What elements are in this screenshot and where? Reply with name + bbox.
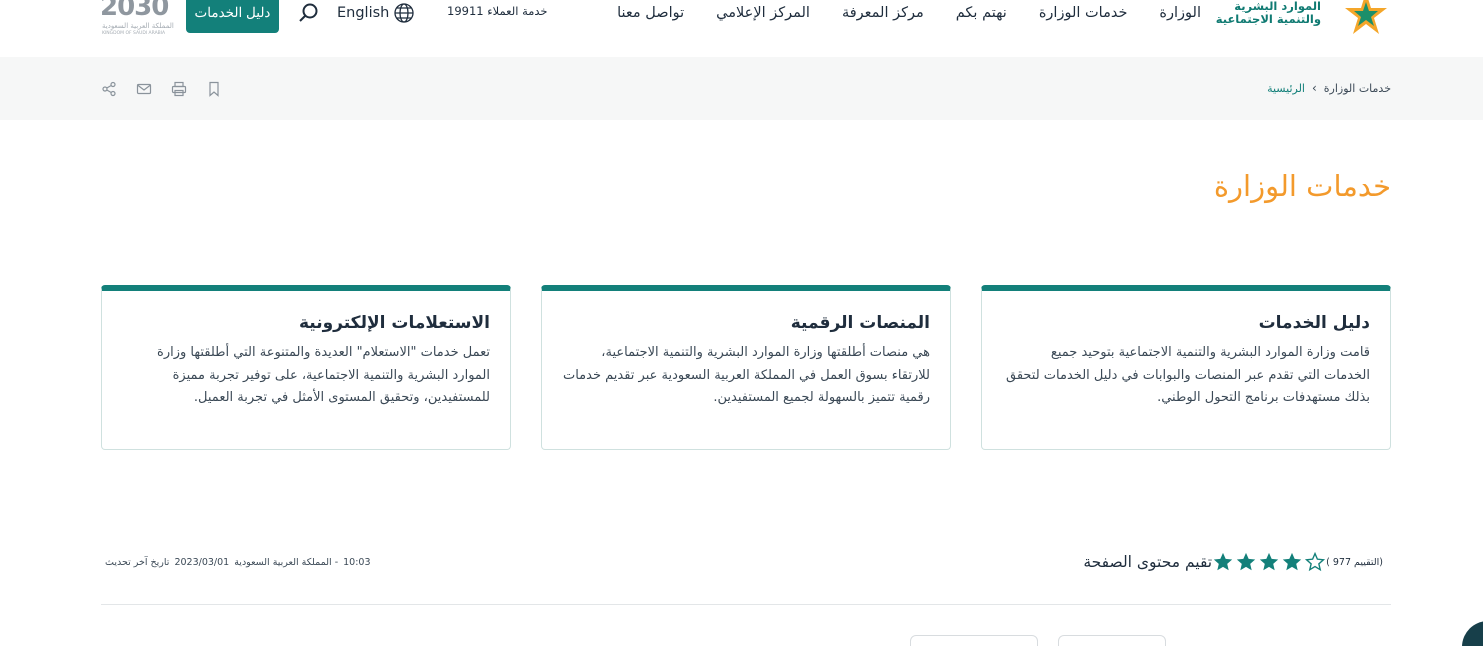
card-services-guide[interactable]: دليل الخدمات قامت وزارة الموارد البشرية … — [981, 285, 1391, 450]
ministry-logo-mark-icon — [1345, 0, 1387, 34]
breadcrumb-home-link[interactable]: الرئيسية — [1267, 82, 1305, 95]
bookmark-button[interactable] — [205, 80, 223, 98]
page-rating: تقيم محتوى الصفحة (التقييم 977 ) — [1069, 551, 1391, 573]
vision-2030-number: 2030 — [100, 0, 169, 22]
card-description: تعمل خدمات "الاستعلام" العديدة والمتنوعة… — [157, 345, 490, 405]
nav-item-we-care[interactable]: نهتم بكم — [956, 5, 1007, 21]
card-title: دليل الخدمات — [1258, 313, 1370, 333]
vision-2030-english: KINGDOM OF SAUDI ARABIA — [102, 31, 166, 36]
footer-divider — [101, 604, 1391, 605]
bookmark-icon — [209, 81, 219, 97]
card-title: الاستعلامات الإلكترونية — [298, 313, 490, 333]
vision-2030-arabic: المملكة العربية السعودية — [102, 22, 174, 30]
language-label: English — [337, 5, 390, 21]
main-nav: الوزارة خدمات الوزارة نهتم بكم مركز المع… — [617, 0, 1201, 26]
site-header: الموارد البشرية والتنمية الاجتماعية الوز… — [0, 0, 1483, 57]
card-electronic-inquiries[interactable]: الاستعلامات الإلكترونية تعمل خدمات "الاس… — [101, 285, 511, 450]
rating-count: (التقييم 977 ) — [1326, 556, 1383, 568]
star-filled-icon[interactable] — [1212, 551, 1234, 573]
nav-item-media-center[interactable]: المركز الإعلامي — [716, 5, 810, 21]
card-description: هي منصات أطلقتها وزارة الموارد البشرية و… — [562, 345, 930, 405]
globe-icon — [394, 3, 415, 23]
page-title: خدمات الوزارة — [1213, 169, 1391, 203]
nav-item-knowledge-center[interactable]: مركز المعرفة — [842, 5, 924, 21]
chat-launcher-button[interactable] — [1462, 621, 1483, 646]
print-button[interactable] — [170, 80, 188, 98]
services-cards: دليل الخدمات قامت وزارة الموارد البشرية … — [101, 285, 1391, 450]
rating-stars — [1212, 551, 1326, 573]
ministry-logo-text: الموارد البشرية والتنمية الاجتماعية — [1215, 0, 1321, 26]
feedback-button[interactable] — [910, 635, 1038, 646]
printer-icon — [171, 81, 187, 97]
share-button[interactable] — [100, 80, 118, 98]
email-button[interactable] — [135, 80, 153, 98]
vision-2030-logo[interactable]: 2030 المملكة العربية السعودية KINGDOM OF… — [100, 0, 174, 38]
feedback-button[interactable] — [1058, 635, 1166, 646]
page-tools — [100, 80, 223, 98]
breadcrumb-band: الرئيسية › خدمات الوزارة — [0, 57, 1483, 120]
star-empty-icon[interactable] — [1304, 551, 1326, 573]
star-filled-icon[interactable] — [1235, 551, 1257, 573]
nav-item-contact-us[interactable]: تواصل معنا — [617, 5, 684, 21]
card-description: قامت وزارة الموارد البشرية والتنمية الاج… — [1005, 345, 1370, 405]
nav-item-ministry[interactable]: الوزارة — [1159, 5, 1201, 21]
card-digital-platforms[interactable]: المنصات الرقمية هي منصات أطلقتها وزارة ا… — [541, 285, 951, 450]
chevron-left-icon: › — [1311, 81, 1317, 95]
star-filled-icon[interactable] — [1258, 551, 1280, 573]
last-update-date: 2023/03/01 — [174, 557, 230, 568]
rating-label: تقيم محتوى الصفحة — [1083, 553, 1213, 571]
ministry-logo[interactable]: الموارد البشرية والتنمية الاجتماعية — [1216, 0, 1391, 40]
nav-item-ministry-services[interactable]: خدمات الوزارة — [1039, 5, 1128, 21]
last-update-info: تاريخ آخر تحديث 2023/03/01 - المملكة الع… — [105, 557, 371, 568]
last-update-location: - المملكة العربية السعودية — [234, 557, 339, 568]
customer-service-hotline[interactable]: خدمة العملاء 19911 — [447, 4, 548, 18]
services-guide-button[interactable]: دليل الخدمات — [186, 0, 279, 33]
last-update-time: 10:03 — [343, 557, 371, 568]
breadcrumb: الرئيسية › خدمات الوزارة — [1267, 81, 1391, 95]
language-switch[interactable]: English — [337, 0, 415, 26]
mail-icon — [136, 83, 152, 95]
last-update-label: تاريخ آخر تحديث — [105, 557, 170, 568]
share-icon — [102, 81, 116, 97]
search-icon[interactable] — [297, 1, 321, 25]
star-filled-icon[interactable] — [1281, 551, 1303, 573]
card-title: المنصات الرقمية — [790, 313, 930, 333]
breadcrumb-current: خدمات الوزارة — [1323, 81, 1391, 95]
